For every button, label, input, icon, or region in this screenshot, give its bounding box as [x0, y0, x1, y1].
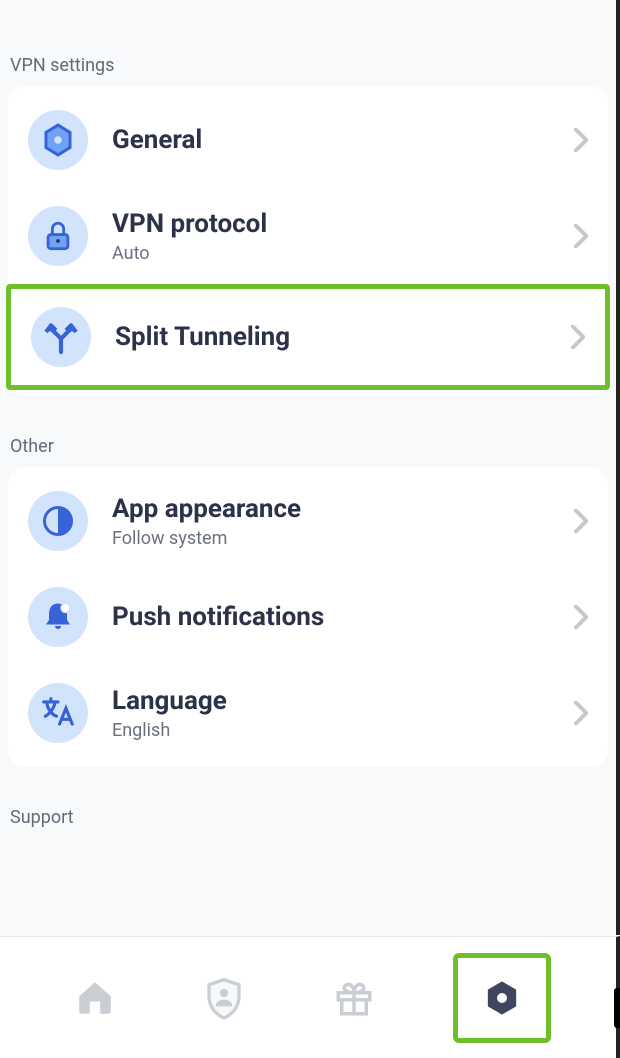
nav-settings[interactable]	[453, 953, 551, 1043]
row-title: Split Tunneling	[115, 322, 571, 352]
section-label-support: Support	[8, 767, 608, 838]
row-title: VPN protocol	[112, 209, 574, 239]
row-vpn-protocol[interactable]: VPN protocol Auto	[8, 188, 608, 284]
chevron-right-icon	[574, 509, 588, 533]
side-handle	[614, 988, 620, 1028]
other-settings-card: App appearance Follow system Push notifi…	[8, 467, 608, 767]
row-general[interactable]: General	[8, 92, 608, 188]
row-app-appearance[interactable]: App appearance Follow system	[8, 473, 608, 569]
chevron-right-icon	[571, 325, 585, 349]
split-arrows-icon	[31, 307, 91, 367]
hexagon-icon	[482, 978, 522, 1018]
chevron-right-icon	[574, 224, 588, 248]
shield-person-icon	[204, 976, 244, 1020]
chevron-right-icon	[574, 128, 588, 152]
chevron-right-icon	[574, 701, 588, 725]
row-title: Language	[112, 686, 574, 716]
nav-gift[interactable]	[324, 968, 384, 1028]
section-label-other: Other	[8, 396, 608, 467]
nav-home[interactable]	[65, 968, 125, 1028]
nav-shield[interactable]	[194, 968, 254, 1028]
bottom-nav	[0, 936, 620, 1058]
hexagon-icon	[28, 110, 88, 170]
row-subtitle: Auto	[112, 243, 574, 264]
row-subtitle: Follow system	[112, 528, 574, 549]
contrast-icon	[28, 491, 88, 551]
gift-icon	[333, 977, 375, 1019]
row-title: App appearance	[112, 494, 574, 524]
language-icon	[28, 683, 88, 743]
lock-icon	[28, 206, 88, 266]
row-title: Push notifications	[112, 602, 574, 632]
bell-icon	[28, 587, 88, 647]
vpn-settings-card: General VPN protocol Auto	[8, 86, 608, 396]
row-title: General	[112, 125, 574, 155]
row-language[interactable]: Language English	[8, 665, 608, 761]
row-split-tunneling[interactable]: Split Tunneling	[6, 284, 610, 390]
row-push-notifications[interactable]: Push notifications	[8, 569, 608, 665]
home-icon	[74, 977, 116, 1019]
chevron-right-icon	[574, 605, 588, 629]
row-subtitle: English	[112, 720, 574, 741]
section-label-vpn: VPN settings	[8, 0, 608, 86]
